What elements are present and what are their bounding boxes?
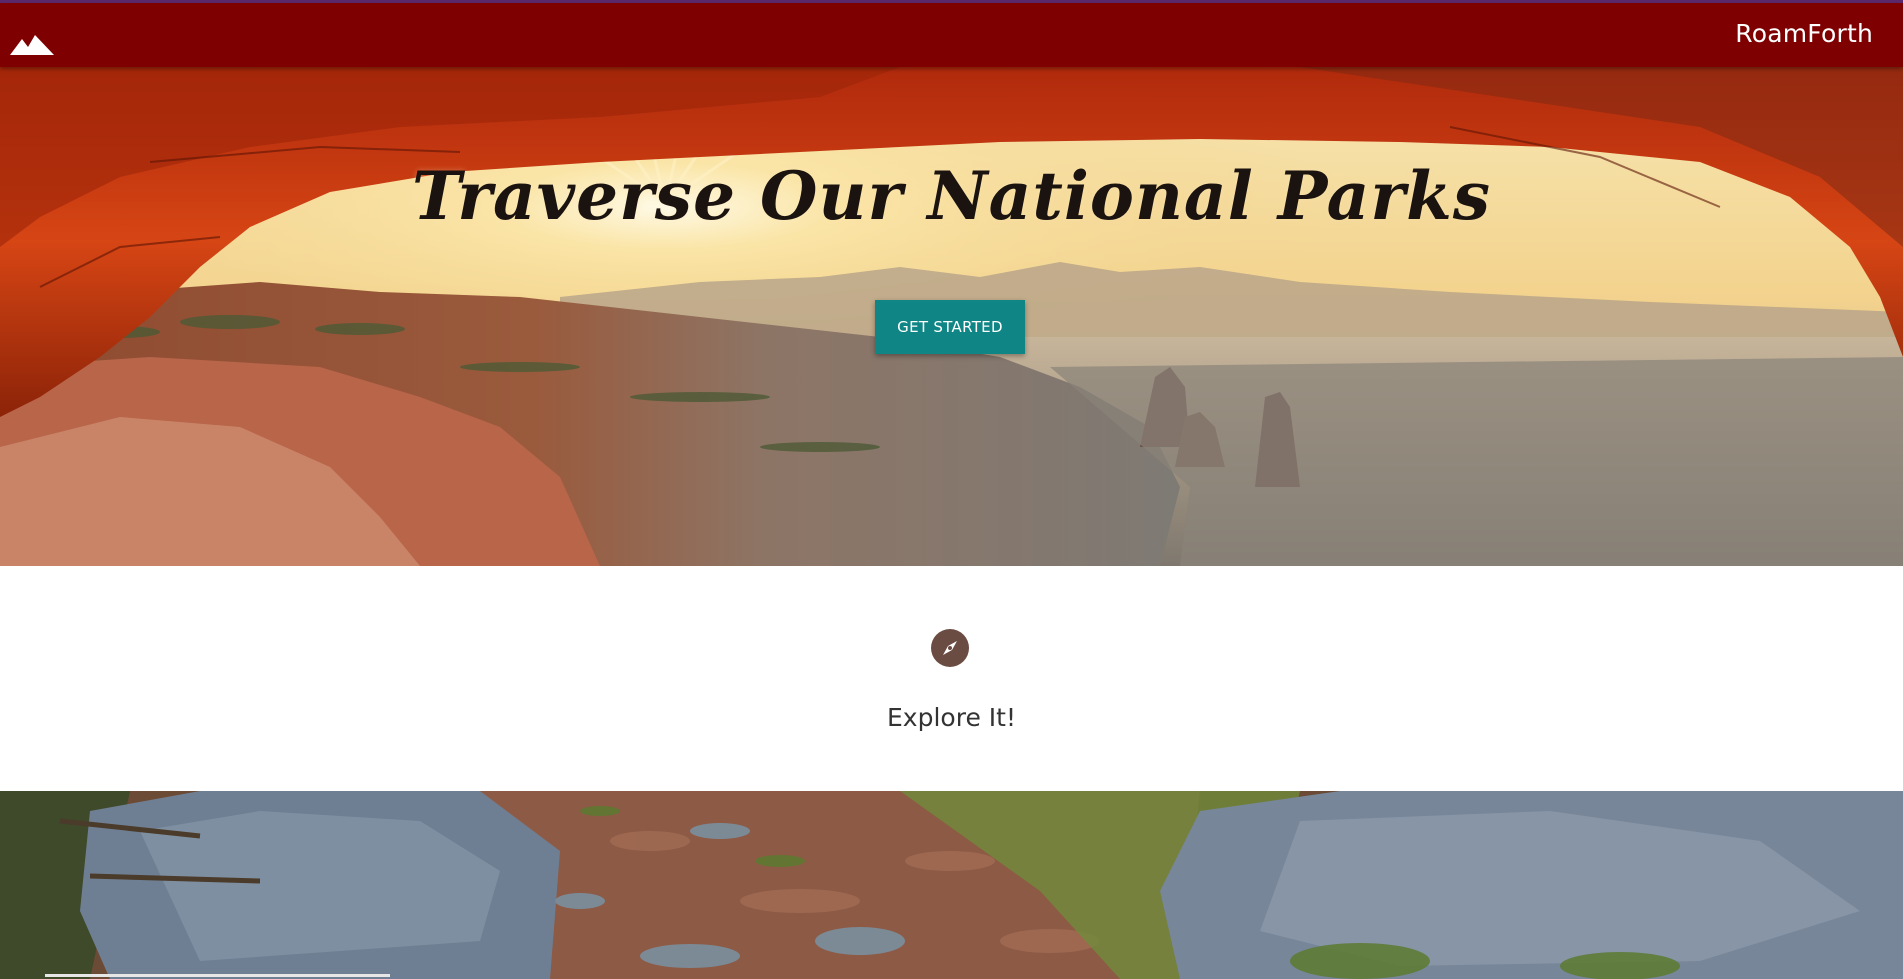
compass-icon	[931, 629, 969, 667]
hero-banner: Traverse Our National Parks GET STARTED	[0, 67, 1903, 566]
mountain-icon[interactable]	[10, 31, 54, 57]
hero-title: Traverse Our National Parks	[411, 157, 1492, 235]
feature-section: Explore It!	[0, 566, 1903, 791]
scrollbar-thumb[interactable]	[45, 974, 390, 977]
get-started-button[interactable]: GET STARTED	[875, 300, 1025, 354]
trail-background-image	[0, 791, 1903, 979]
trail-image-section	[0, 791, 1903, 979]
feature-label: Explore It!	[887, 703, 1016, 732]
brand-link[interactable]: RoamForth	[1735, 19, 1873, 48]
navbar: RoamForth	[0, 3, 1903, 67]
